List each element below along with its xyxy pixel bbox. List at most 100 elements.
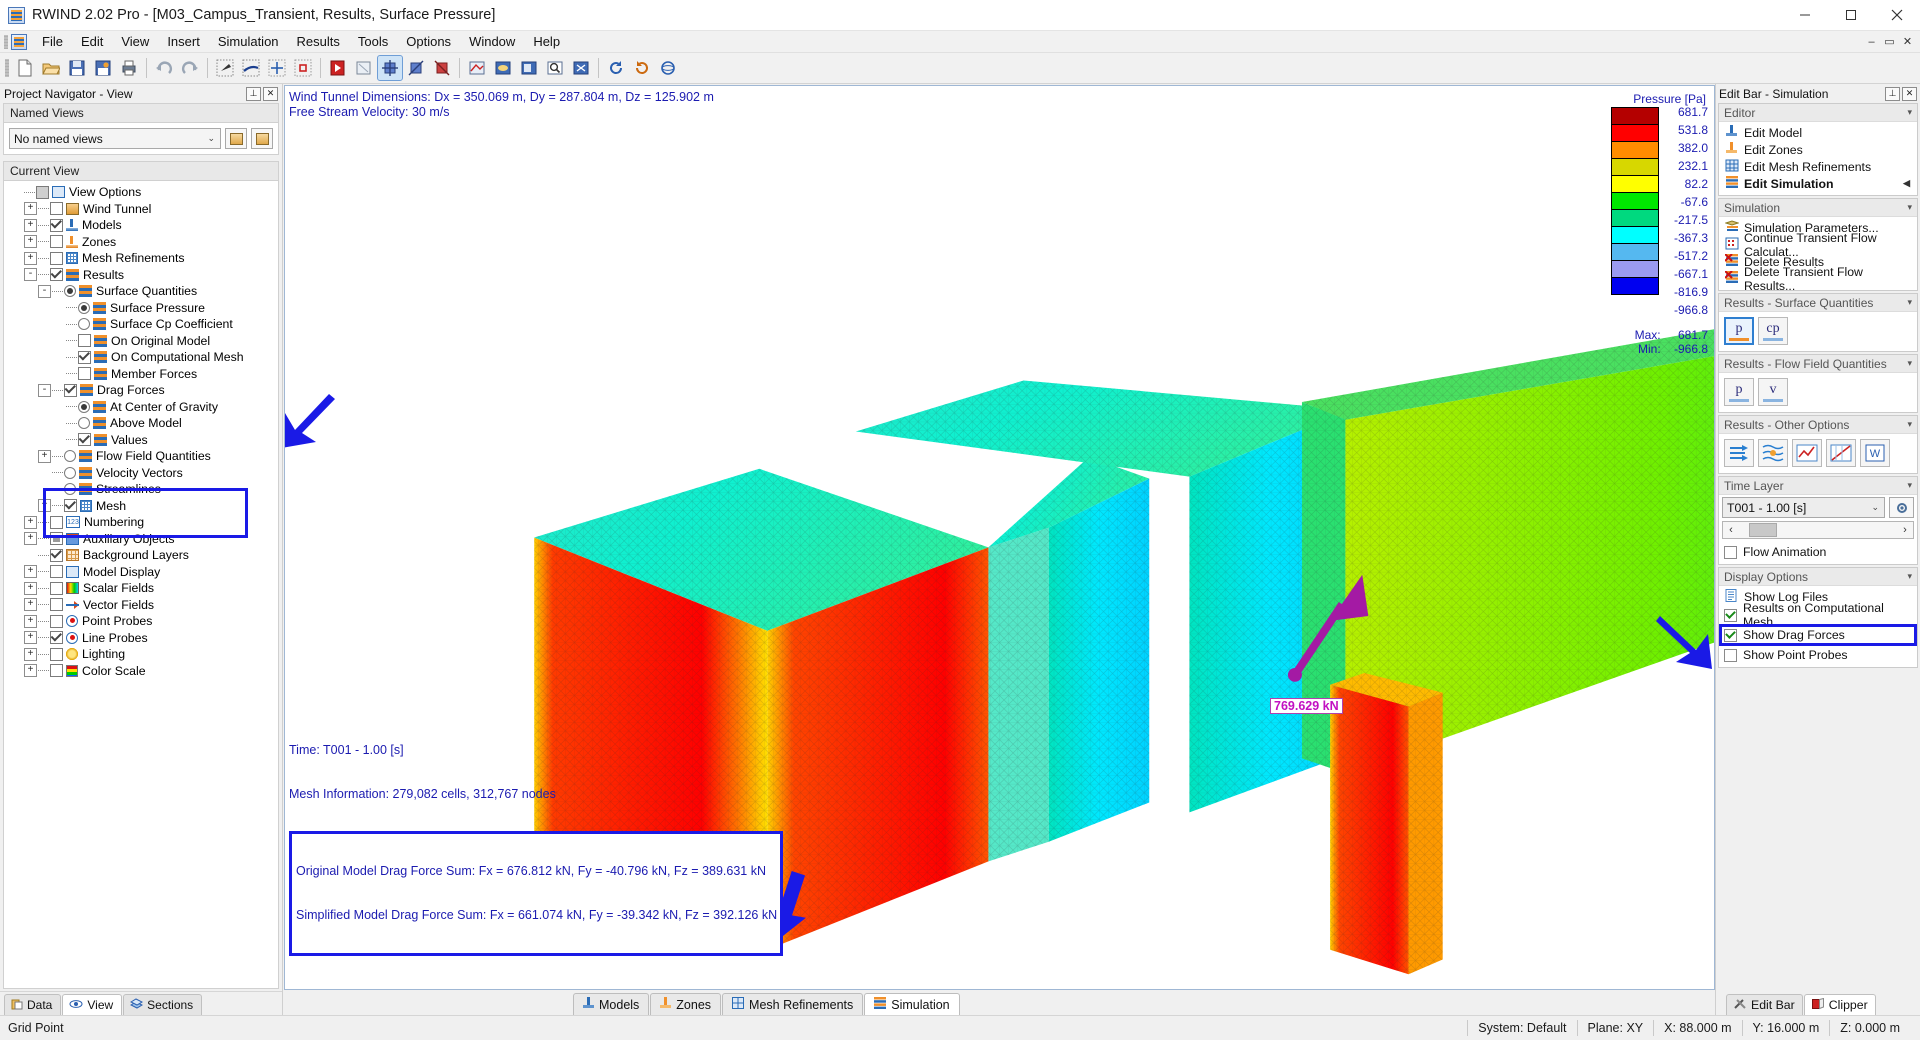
cp-button[interactable]: cp [1758, 317, 1788, 345]
close-button[interactable] [1874, 0, 1920, 31]
checkbox[interactable] [50, 268, 63, 282]
render-solid-icon[interactable] [326, 56, 350, 80]
chevron-down-icon[interactable]: ▾ [1907, 419, 1912, 430]
editbar-item-delete-transient-flow-results[interactable]: Delete Transient Flow Results... [1722, 265, 1914, 293]
menu-edit[interactable]: Edit [72, 31, 112, 52]
collapse-icon[interactable]: - [24, 268, 37, 282]
render-wire-icon[interactable] [352, 56, 376, 80]
tab-mesh-refinements[interactable]: Mesh Refinements [722, 993, 864, 1015]
tab-view[interactable]: View [62, 994, 123, 1015]
zoom-window-icon[interactable] [543, 56, 567, 80]
status-plane[interactable]: Plane: XY [1576, 1020, 1654, 1036]
radio-button[interactable] [64, 285, 76, 298]
edit-bar-pin-button[interactable]: ⊥ [1885, 86, 1900, 101]
toolbar-grip-handle[interactable] [5, 59, 9, 77]
expand-icon[interactable]: + [24, 532, 37, 546]
expand-icon[interactable]: + [24, 565, 37, 579]
display-option-show-point-probes[interactable]: Show Point Probes [1722, 646, 1914, 664]
checkbox[interactable] [1724, 545, 1737, 559]
maximize-button[interactable] [1828, 0, 1874, 31]
expand-icon[interactable]: + [24, 598, 37, 612]
collapse-icon[interactable]: - [38, 383, 51, 397]
save-as-icon[interactable] [91, 56, 115, 80]
manage-views-button[interactable] [251, 128, 273, 149]
checkbox[interactable] [50, 532, 63, 546]
zoom-fit-icon[interactable] [569, 56, 593, 80]
expand-icon[interactable]: + [24, 251, 37, 265]
tree-item-results[interactable]: - Results [10, 267, 278, 284]
checkbox[interactable] [36, 185, 49, 199]
menu-results[interactable]: Results [288, 31, 349, 52]
tree-item-surface-quantities[interactable]: - Surface Quantities [10, 283, 278, 300]
view-iso3-icon[interactable] [430, 56, 454, 80]
expand-icon[interactable]: + [38, 499, 51, 513]
tree-item-line-probes[interactable]: + Line Probes [10, 630, 278, 647]
save-view-button[interactable] [225, 128, 247, 149]
checkbox[interactable] [50, 235, 63, 249]
radio-button[interactable] [64, 466, 76, 479]
checkbox[interactable] [50, 614, 63, 628]
chevron-down-icon[interactable]: ▾ [1907, 107, 1912, 118]
tab-clipper[interactable]: Clipper [1803, 994, 1876, 1015]
group-header[interactable]: Results - Flow Field Quantities ▾ [1719, 355, 1917, 373]
flow-velocity-button[interactable]: v [1758, 378, 1788, 406]
print-icon[interactable] [117, 56, 141, 80]
tree-item-scalar-fields[interactable]: + Scalar Fields [10, 580, 278, 597]
status-system[interactable]: System: Default [1467, 1020, 1576, 1036]
expand-icon[interactable]: + [24, 631, 37, 645]
mdi-restore-button[interactable]: ▭ [1881, 33, 1898, 50]
snap-grid-icon[interactable] [265, 56, 289, 80]
expand-icon[interactable]: + [24, 581, 37, 595]
radio-button[interactable] [64, 483, 76, 496]
tree-item-streamlines[interactable]: Streamlines [10, 481, 278, 498]
checkbox[interactable] [1724, 648, 1737, 662]
streamlines-icon[interactable] [1724, 439, 1754, 467]
chevron-down-icon[interactable]: ▾ [1907, 358, 1912, 369]
view-iso-active-icon[interactable] [377, 55, 403, 81]
tree-item-at-center-of-gravity[interactable]: At Center of Gravity [10, 399, 278, 416]
tab-zones[interactable]: Zones [650, 993, 722, 1015]
tree-item-mesh[interactable]: + Mesh [10, 498, 278, 515]
chevron-down-icon[interactable]: ▾ [1907, 297, 1912, 308]
view-iso2-icon[interactable] [404, 56, 428, 80]
tree-item-wind-tunnel[interactable]: + Wind Tunnel [10, 201, 278, 218]
flow-animation-checkbox-row[interactable]: Flow Animation [1722, 543, 1914, 561]
tree-item-flow-field-quantities[interactable]: + Flow Field Quantities [10, 448, 278, 465]
editbar-item-edit-simulation[interactable]: Edit Simulation ◀ [1722, 175, 1914, 192]
editbar-item-edit-model[interactable]: Edit Model [1722, 124, 1914, 141]
display-option-results-on-computational-mesh[interactable]: Results on Computational Mesh [1722, 601, 1914, 629]
tree-item-point-probes[interactable]: + Point Probes [10, 613, 278, 630]
checkbox[interactable] [50, 581, 63, 595]
radio-button[interactable] [78, 417, 90, 430]
minimize-button[interactable] [1782, 0, 1828, 31]
edit-bar-close-button[interactable]: ✕ [1902, 86, 1917, 101]
group-header[interactable]: Results - Other Options ▾ [1719, 416, 1917, 434]
checkbox[interactable] [78, 334, 91, 348]
checkbox[interactable] [50, 664, 63, 678]
tree-item-surface-cp-coefficient[interactable]: Surface Cp Coefficient [10, 316, 278, 333]
new-file-icon[interactable] [13, 56, 37, 80]
panel-pin-button[interactable]: ⊥ [246, 86, 261, 101]
editbar-item-continue-transient-flow-calculat[interactable]: Continue Transient Flow Calculat... [1722, 231, 1914, 259]
tree-item-velocity-vectors[interactable]: Velocity Vectors [10, 465, 278, 482]
expand-icon[interactable]: + [24, 647, 37, 661]
tab-sections[interactable]: Sections [123, 994, 203, 1015]
tab-simulation[interactable]: Simulation [864, 993, 960, 1015]
checkbox[interactable] [78, 367, 91, 381]
group-header[interactable]: Results - Surface Quantities ▾ [1719, 294, 1917, 312]
mdi-minimize-button[interactable]: – [1863, 33, 1880, 50]
panel-close-button[interactable]: ✕ [263, 86, 278, 101]
view-partial-icon[interactable] [517, 56, 541, 80]
graph-icon[interactable] [1792, 439, 1822, 467]
slider-prev-button[interactable]: ‹ [1723, 524, 1739, 536]
checkbox[interactable] [78, 433, 91, 447]
select-objects-icon[interactable] [239, 56, 263, 80]
checkbox[interactable] [64, 499, 77, 513]
checkbox[interactable] [1724, 608, 1737, 622]
group-header[interactable]: Editor ▾ [1719, 104, 1917, 122]
collapse-icon[interactable]: - [38, 284, 51, 298]
editbar-item-edit-mesh-refinements[interactable]: Edit Mesh Refinements [1722, 158, 1914, 175]
tree-item-values[interactable]: Values [10, 432, 278, 449]
radio-button[interactable] [78, 318, 90, 331]
gear-icon[interactable] [1889, 497, 1914, 518]
